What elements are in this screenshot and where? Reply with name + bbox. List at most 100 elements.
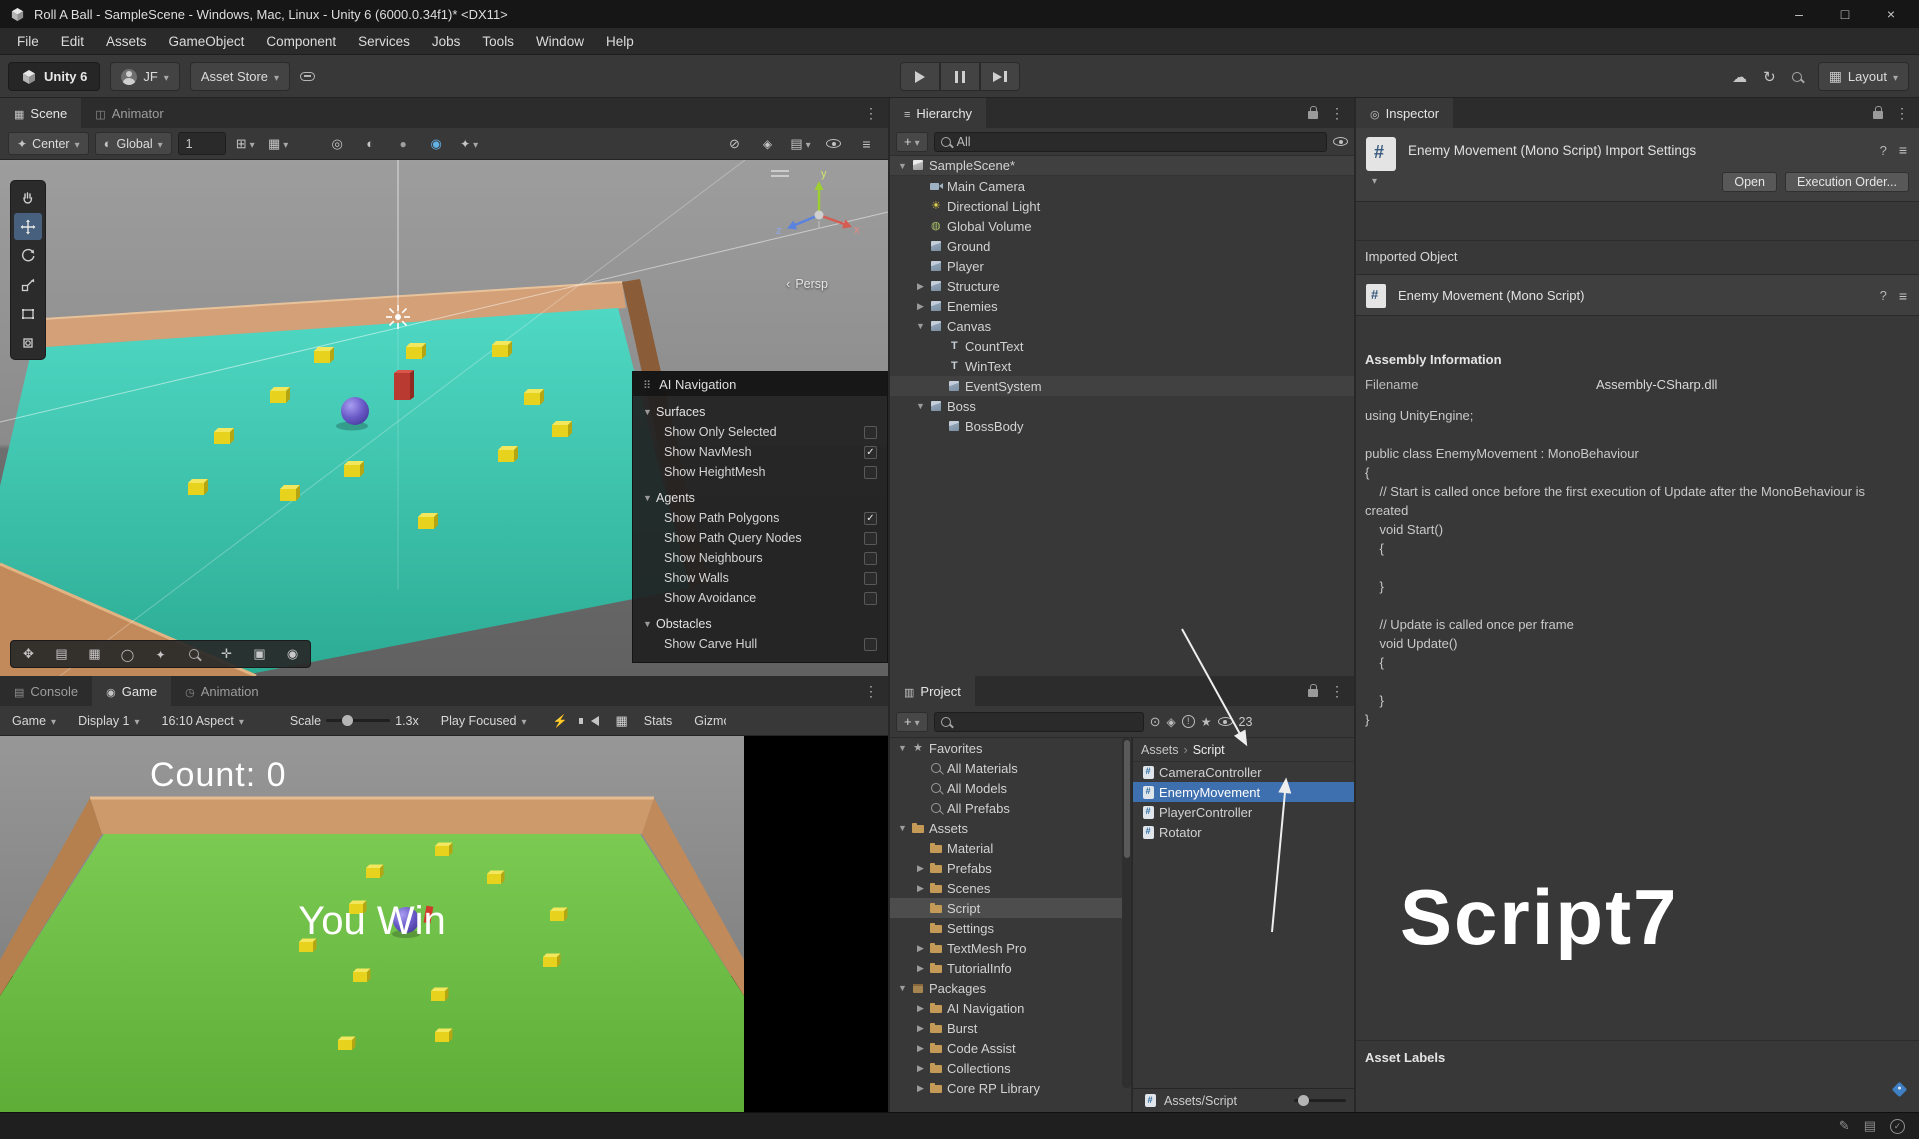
component-tools-button[interactable] bbox=[754, 132, 781, 155]
grid-snap-button[interactable] bbox=[232, 132, 259, 155]
vsync-icon[interactable] bbox=[553, 713, 568, 728]
slider-knob[interactable] bbox=[342, 715, 354, 726]
project-tree-row[interactable]: ▶ Core RP Library bbox=[890, 1078, 1131, 1098]
ai-row[interactable]: Show Walls bbox=[633, 568, 887, 588]
presets-icon[interactable] bbox=[1899, 288, 1907, 304]
play-focused-dropdown[interactable]: Play Focused bbox=[435, 712, 533, 730]
search-filter-icon[interactable] bbox=[1333, 137, 1348, 146]
project-tree-row[interactable]: ▶ Collections bbox=[890, 1058, 1131, 1078]
hierarchy-row[interactable]: Player bbox=[890, 256, 1354, 276]
pause-button[interactable] bbox=[939, 62, 980, 91]
menu-item[interactable]: Window bbox=[525, 30, 595, 53]
menu-item[interactable]: Services bbox=[347, 30, 421, 53]
foldout-arrow-icon[interactable]: ▼ bbox=[914, 321, 927, 331]
account-menu-button[interactable]: JF bbox=[110, 62, 180, 91]
overlay-drag-handle[interactable] bbox=[771, 170, 789, 177]
gizmos-dropdown[interactable]: Gizmos bbox=[688, 712, 732, 730]
code-editor-status-icon[interactable] bbox=[1839, 1118, 1850, 1134]
tab[interactable]: Game bbox=[92, 676, 172, 706]
checkbox[interactable] bbox=[864, 571, 877, 585]
foldout-arrow-icon[interactable]: ▶ bbox=[914, 1083, 927, 1094]
hierarchy-row[interactable]: ▶ Structure bbox=[890, 276, 1354, 296]
view-hand-tool-button[interactable] bbox=[14, 184, 42, 211]
project-tree-row[interactable]: Material bbox=[890, 838, 1131, 858]
project-tree-row[interactable]: All Prefabs bbox=[890, 798, 1131, 818]
foldout-arrow-icon[interactable]: ▼ bbox=[896, 161, 909, 171]
search-icon[interactable] bbox=[1791, 71, 1802, 82]
hierarchy-row[interactable]: Global Volume bbox=[890, 216, 1354, 236]
ai-row[interactable]: Show Neighbours bbox=[633, 548, 887, 568]
hidden-count-eye-icon[interactable] bbox=[1217, 717, 1233, 726]
asset-row[interactable]: Rotator bbox=[1133, 822, 1354, 842]
mute-audio-icon[interactable] bbox=[579, 715, 600, 726]
saved-search-icon[interactable] bbox=[1201, 714, 1212, 729]
menu-item[interactable]: Tools bbox=[471, 30, 525, 53]
sphere-icon[interactable] bbox=[112, 643, 143, 665]
help-icon[interactable]: ? bbox=[1880, 143, 1887, 158]
lock-icon[interactable] bbox=[1308, 106, 1318, 119]
compass-icon[interactable] bbox=[277, 643, 308, 665]
hierarchy-row[interactable]: ▼ SampleScene* bbox=[890, 156, 1354, 176]
hierarchy-row[interactable]: ▶ Enemies bbox=[890, 296, 1354, 316]
checkbox[interactable] bbox=[864, 637, 877, 651]
help-icon[interactable]: ? bbox=[1880, 288, 1887, 304]
transform-tool-button[interactable] bbox=[14, 329, 42, 356]
gizmos-dropdown[interactable] bbox=[787, 132, 814, 155]
lock-icon[interactable] bbox=[1873, 106, 1883, 119]
grid-snap-value-field[interactable]: 1 bbox=[177, 132, 226, 155]
project-tree-row[interactable]: ▶ TextMesh Pro bbox=[890, 938, 1131, 958]
history-icon[interactable] bbox=[1763, 68, 1776, 86]
menu-item[interactable]: Jobs bbox=[421, 30, 472, 53]
foldout-arrow-icon[interactable]: ▼ bbox=[914, 401, 927, 411]
foldout-arrow-icon[interactable]: ▶ bbox=[914, 301, 927, 312]
move-snap-icon[interactable] bbox=[13, 643, 44, 665]
layers-icon[interactable] bbox=[46, 643, 77, 665]
stats-button[interactable]: Stats bbox=[638, 712, 679, 730]
zoom-icon[interactable] bbox=[178, 643, 209, 665]
hierarchy-row[interactable]: ▼ Boss bbox=[890, 396, 1354, 416]
shading-button[interactable] bbox=[357, 132, 384, 155]
foldout-arrow-icon[interactable]: ▶ bbox=[914, 863, 927, 874]
scrollbar-thumb[interactable] bbox=[1123, 740, 1130, 858]
asset-row[interactable]: PlayerController bbox=[1133, 802, 1354, 822]
ok-status-icon[interactable] bbox=[1890, 1118, 1905, 1134]
menu-item[interactable]: GameObject bbox=[158, 30, 256, 53]
scene-viewport[interactable]: y x z Persp bbox=[0, 160, 888, 676]
rotate-tool-button[interactable] bbox=[14, 242, 42, 269]
slider-knob[interactable] bbox=[1298, 1095, 1309, 1106]
hierarchy-search-input[interactable]: All bbox=[933, 131, 1327, 152]
project-tree-row[interactable]: Script bbox=[890, 898, 1131, 918]
step-button[interactable] bbox=[979, 62, 1020, 91]
aspect-ratio-dropdown[interactable]: 16:10 Aspect bbox=[156, 712, 250, 730]
hierarchy-row[interactable]: Directional Light bbox=[890, 196, 1354, 216]
search-by-type-icon[interactable] bbox=[1150, 714, 1161, 730]
tab[interactable]: Console bbox=[0, 676, 92, 706]
tab[interactable]: Scene bbox=[0, 98, 82, 128]
ai-row[interactable]: Show NavMesh ✓ bbox=[633, 442, 887, 462]
thumbnail-zoom-slider[interactable] bbox=[1294, 1095, 1346, 1106]
draw-mode-button[interactable] bbox=[324, 132, 351, 155]
tab-inspector[interactable]: Inspector bbox=[1356, 98, 1454, 128]
foldout-arrow-icon[interactable]: ▼ bbox=[896, 983, 909, 993]
execution-order-button[interactable]: Execution Order... bbox=[1784, 172, 1909, 192]
tool-handle-dropdown[interactable]: Center bbox=[8, 132, 89, 155]
grid-icon[interactable] bbox=[79, 643, 110, 665]
foldout-arrow-icon[interactable]: ▶ bbox=[914, 1003, 927, 1014]
ai-navigation-header[interactable]: AI Navigation bbox=[633, 372, 887, 396]
brush-icon[interactable] bbox=[145, 643, 176, 665]
panel-menu-icon[interactable] bbox=[864, 683, 878, 700]
project-tree-row[interactable]: ▶ Prefabs bbox=[890, 858, 1131, 878]
project-search-input[interactable] bbox=[933, 711, 1144, 732]
ai-row[interactable]: Show Avoidance bbox=[633, 588, 887, 608]
display-target-dropdown[interactable]: Display 1 bbox=[72, 712, 145, 730]
foldout-arrow-icon[interactable]: ▶ bbox=[914, 963, 927, 974]
minimize-button[interactable] bbox=[1789, 6, 1809, 22]
camera-icon[interactable] bbox=[244, 643, 275, 665]
project-tree-row[interactable]: Settings bbox=[890, 918, 1131, 938]
create-asset-button[interactable] bbox=[896, 711, 928, 732]
lighting-toggle-button[interactable] bbox=[390, 132, 417, 155]
checkbox[interactable] bbox=[864, 591, 877, 605]
project-tree-row[interactable]: ▶ Burst bbox=[890, 1018, 1131, 1038]
plugin-link-icon[interactable] bbox=[300, 72, 316, 81]
checkbox[interactable] bbox=[864, 551, 877, 565]
